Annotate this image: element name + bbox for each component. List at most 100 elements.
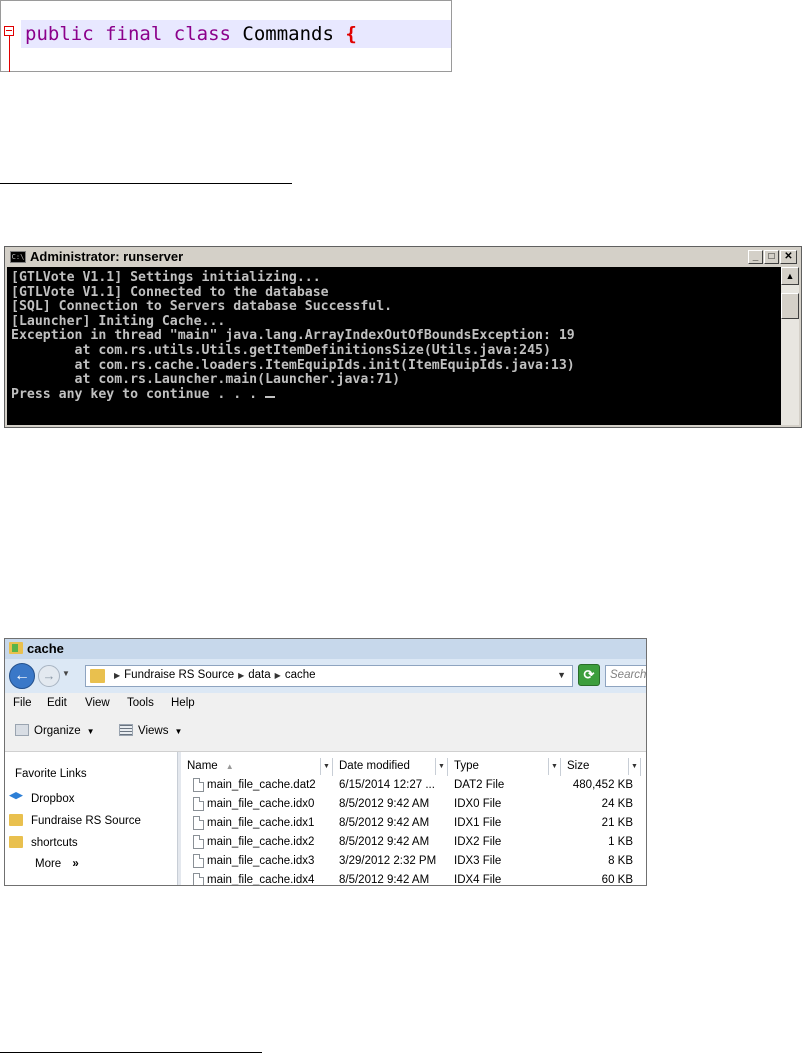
double-chevron-icon: »	[72, 858, 79, 870]
file-icon	[193, 873, 204, 885]
refresh-button[interactable]: ⟳	[578, 664, 600, 686]
file-icon	[193, 835, 204, 849]
address-row: ← → ▼ ▶ Fundraise RS Source ▶ data ▶ cache ▼ …	[5, 659, 646, 693]
chevron-right-icon[interactable]: ▶	[275, 671, 281, 680]
chevron-down-icon[interactable]: ▼	[628, 758, 640, 775]
file-row[interactable]: main_file_cache.idx2 8/5/2012 9:42 AM ID…	[181, 834, 646, 852]
console-title-bar[interactable]: C:\ Administrator: runserver _ □ ✕	[6, 248, 800, 266]
keyword-class: class	[173, 23, 231, 45]
console-line: Press any key to continue . . .	[11, 386, 266, 402]
keyword-final: final	[105, 23, 163, 45]
folder-icon	[9, 814, 23, 826]
file-type: IDX3 File	[454, 855, 502, 867]
chevron-down-icon[interactable]: ▼	[320, 758, 332, 775]
file-size: 1 KB	[608, 836, 633, 848]
file-size: 21 KB	[601, 817, 633, 829]
file-date: 8/5/2012 9:42 AM	[339, 874, 430, 886]
console-output[interactable]: [GTLVote V1.1] Settings initializing... …	[7, 267, 781, 425]
fold-collapse-icon[interactable]	[4, 26, 14, 36]
scroll-thumb[interactable]	[781, 293, 799, 319]
menu-edit[interactable]: Edit	[47, 697, 67, 709]
back-button[interactable]: ←	[9, 663, 35, 689]
folder-icon	[9, 836, 23, 848]
file-name: main_file_cache.idx2	[207, 836, 315, 848]
nav-item-fundraise-rs-source[interactable]: Fundraise RS Source	[9, 814, 141, 832]
file-size: 60 KB	[601, 874, 633, 886]
address-dropdown-icon[interactable]: ▼	[557, 670, 566, 680]
file-date: 6/15/2014 12:27 ...	[339, 779, 435, 791]
console-line: [SQL] Connection to Servers database Suc…	[11, 299, 393, 315]
file-type: IDX1 File	[454, 817, 502, 829]
menu-view[interactable]: View	[85, 697, 110, 709]
menu-help[interactable]: Help	[171, 697, 195, 709]
console-line: [GTLVote V1.1] Settings initializing...	[11, 270, 321, 285]
column-label: Size	[567, 760, 590, 772]
menu-tools[interactable]: Tools	[127, 697, 154, 709]
console-line: [GTLVote V1.1] Connected to the database	[11, 284, 329, 300]
navigation-pane: Favorite Links Dropbox Fundraise RS Sour…	[5, 752, 177, 885]
maximize-button[interactable]: □	[764, 250, 779, 264]
scroll-up-icon[interactable]: ▲	[781, 267, 799, 285]
views-button[interactable]: Views ▼	[119, 724, 182, 737]
console-line: at com.rs.utils.Utils.getItemDefinitions…	[11, 342, 551, 358]
toolbar: Organize ▼ Views ▼	[5, 715, 646, 752]
nav-item-dropbox[interactable]: Dropbox	[9, 792, 74, 810]
column-header-name[interactable]: Name ▲ ▼	[181, 758, 333, 776]
explorer-title-bar[interactable]: cache	[5, 639, 646, 659]
chevron-right-icon[interactable]: ▶	[114, 671, 120, 680]
breadcrumb-item[interactable]: cache	[285, 669, 316, 681]
file-row[interactable]: main_file_cache.dat2 6/15/2014 12:27 ...…	[181, 777, 646, 795]
column-header-size[interactable]: Size ▼	[561, 758, 641, 776]
vertical-scrollbar[interactable]: ▲	[781, 267, 799, 425]
address-bar[interactable]: ▶ Fundraise RS Source ▶ data ▶ cache ▼	[85, 665, 573, 687]
explorer-title: cache	[27, 641, 64, 656]
breadcrumb: ▶ Fundraise RS Source ▶ data ▶ cache	[110, 669, 316, 681]
console-window: C:\ Administrator: runserver _ □ ✕ [GTLV…	[4, 246, 802, 428]
heading-underline	[0, 183, 292, 184]
file-type: IDX4 File	[454, 874, 502, 886]
file-date: 8/5/2012 9:42 AM	[339, 798, 430, 810]
file-row[interactable]: main_file_cache.idx0 8/5/2012 9:42 AM ID…	[181, 796, 646, 814]
close-button[interactable]: ✕	[780, 250, 797, 264]
file-size: 24 KB	[601, 798, 633, 810]
column-label: Type	[454, 760, 479, 772]
minimize-button[interactable]: _	[748, 250, 763, 264]
class-name: Commands	[242, 23, 334, 45]
history-dropdown-icon[interactable]: ▼	[62, 669, 70, 678]
chevron-right-icon[interactable]: ▶	[238, 671, 244, 680]
nav-item-label: Fundraise RS Source	[31, 815, 141, 827]
folder-icon	[9, 642, 23, 654]
breadcrumb-item[interactable]: data	[248, 669, 270, 681]
column-header-date[interactable]: Date modified ▼	[333, 758, 448, 776]
breadcrumb-item[interactable]: Fundraise RS Source	[124, 669, 234, 681]
chevron-down-icon: ▼	[174, 727, 183, 736]
file-name: main_file_cache.idx4	[207, 874, 315, 886]
nav-item-shortcuts[interactable]: shortcuts	[9, 836, 78, 854]
open-brace: {	[345, 23, 357, 45]
chevron-down-icon[interactable]: ▼	[435, 758, 447, 775]
organize-button[interactable]: Organize ▼	[15, 724, 95, 737]
file-name: main_file_cache.idx3	[207, 855, 315, 867]
more-links-button[interactable]: More »	[35, 858, 79, 870]
file-type: DAT2 File	[454, 779, 505, 791]
file-icon	[193, 797, 204, 811]
search-input[interactable]: Search	[605, 665, 646, 687]
file-row[interactable]: main_file_cache.idx4 8/5/2012 9:42 AM ID…	[181, 872, 646, 886]
column-header-type[interactable]: Type ▼	[448, 758, 561, 776]
folder-icon	[90, 669, 105, 683]
file-name: main_file_cache.dat2	[207, 779, 316, 791]
menu-file[interactable]: File	[13, 697, 32, 709]
explorer-window: cache ← → ▼ ▶ Fundraise RS Source ▶ data ▶ ca…	[4, 638, 647, 886]
console-line: at com.rs.Launcher.main(Launcher.java:71…	[11, 372, 401, 388]
organize-icon	[15, 724, 29, 736]
forward-button[interactable]: →	[38, 665, 60, 687]
console-title: Administrator: runserver	[30, 249, 184, 264]
menu-bar: File Edit View Tools Help	[5, 693, 646, 715]
file-row[interactable]: main_file_cache.idx3 3/29/2012 2:32 PM I…	[181, 853, 646, 871]
nav-item-label: Dropbox	[31, 793, 75, 805]
console-icon: C:\	[10, 251, 26, 263]
file-row[interactable]: main_file_cache.idx1 8/5/2012 9:42 AM ID…	[181, 815, 646, 833]
views-icon	[119, 724, 133, 736]
chevron-down-icon[interactable]: ▼	[548, 758, 560, 775]
file-icon	[193, 854, 204, 868]
